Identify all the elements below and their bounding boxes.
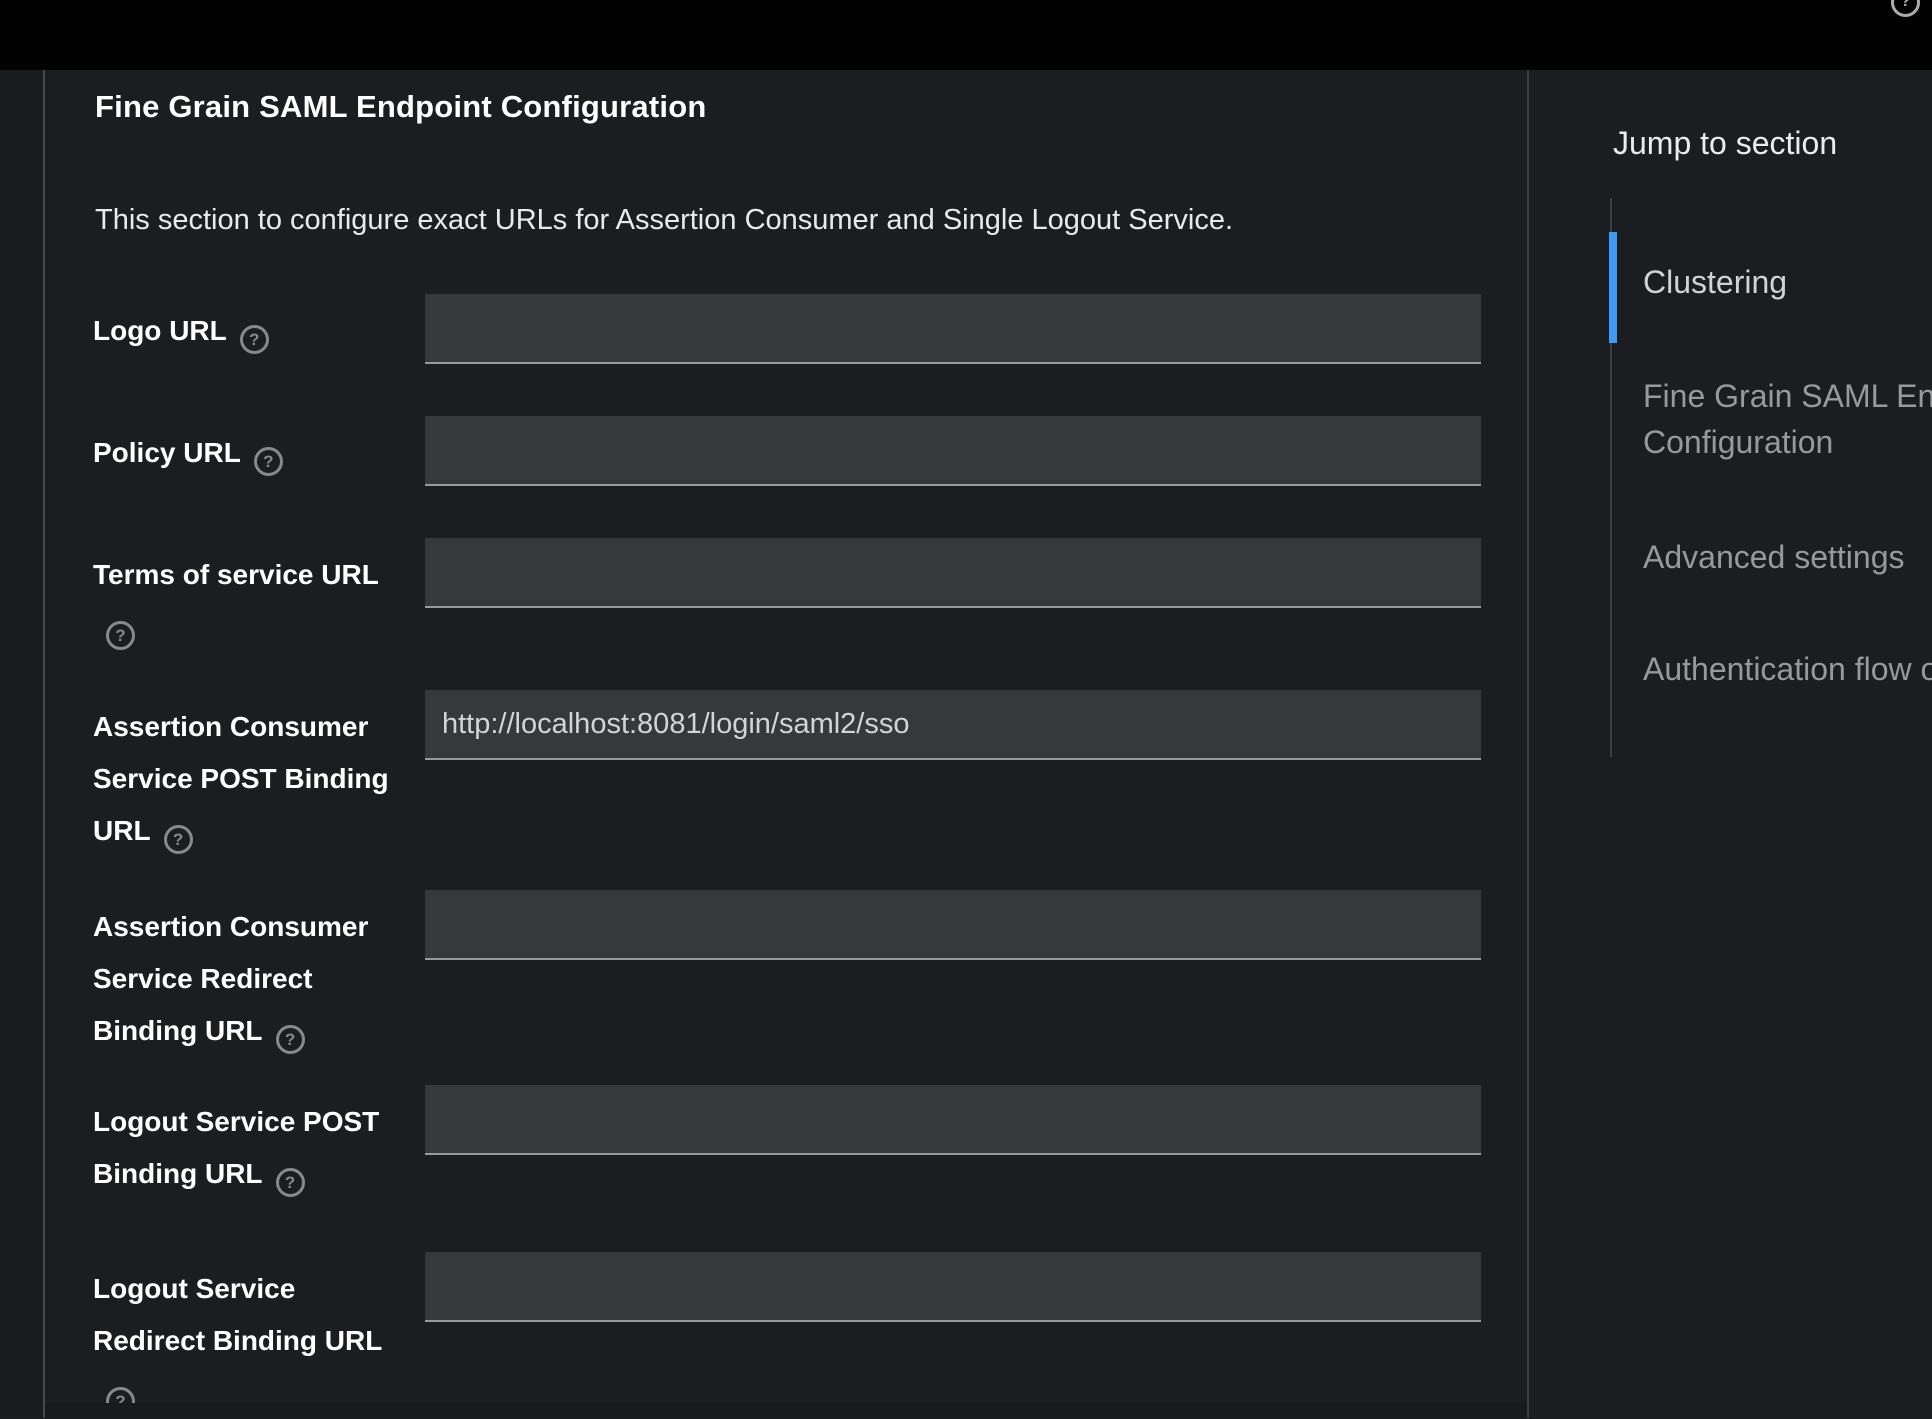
- help-icon[interactable]: [164, 825, 193, 854]
- logout-redirect-binding-url-input[interactable]: [425, 1252, 1481, 1322]
- field-label-text: Logo URL: [93, 315, 227, 346]
- field-label-text: Assertion Consumer Service Redirect Bind…: [93, 911, 368, 1046]
- field-label-text: Assertion Consumer Service POST Binding …: [93, 711, 389, 846]
- policy-url-input[interactable]: [425, 416, 1481, 486]
- field-label-text: Terms of service URL: [93, 559, 379, 590]
- field-label: Logout Service Redirect Binding URL: [93, 1263, 409, 1419]
- logo-url-input[interactable]: [425, 294, 1481, 364]
- field-label: Terms of service URL: [93, 549, 409, 653]
- field-label-text: Logout Service POST Binding URL: [93, 1106, 379, 1189]
- jump-link-advanced-settings[interactable]: Advanced settings: [1643, 534, 1932, 580]
- left-rail: [0, 70, 43, 1418]
- field-label: Logout Service POST Binding URL: [93, 1096, 409, 1200]
- help-icon[interactable]: [240, 325, 269, 354]
- field-label: Policy URL: [93, 427, 409, 479]
- active-item-indicator: [1609, 232, 1617, 343]
- section-bottom-band: [45, 1403, 1527, 1418]
- logout-post-binding-url-input[interactable]: [425, 1085, 1481, 1155]
- app-top-bar: [0, 0, 1932, 70]
- field-label-text: Policy URL: [93, 437, 241, 468]
- jump-to-section-panel: Jump to section Clustering Fine Grain SA…: [1529, 70, 1932, 1418]
- field-label: Assertion Consumer Service Redirect Bind…: [93, 901, 409, 1057]
- acs-redirect-binding-url-input[interactable]: [425, 890, 1481, 960]
- page-description: This section to configure exact URLs for…: [95, 200, 1475, 240]
- jump-to-section-heading: Jump to section: [1613, 121, 1932, 165]
- field-label: Assertion Consumer Service POST Binding …: [93, 701, 409, 857]
- jump-link-fine-grain-saml-endpoint-configuration[interactable]: Fine Grain SAML Endpoint Configuration: [1643, 373, 1932, 465]
- help-icon[interactable]: [276, 1168, 305, 1197]
- help-icon[interactable]: [276, 1025, 305, 1054]
- help-icon[interactable]: [106, 621, 135, 650]
- field-label-text: Logout Service Redirect Binding URL: [93, 1273, 382, 1356]
- jump-link-clustering[interactable]: Clustering: [1643, 259, 1932, 305]
- terms-of-service-url-input[interactable]: [425, 538, 1481, 608]
- page-title: Fine Grain SAML Endpoint Configuration: [95, 85, 1395, 129]
- main-content: Fine Grain SAML Endpoint Configuration T…: [45, 70, 1527, 1418]
- help-question-circle-icon[interactable]: [1891, 0, 1920, 17]
- field-label: Logo URL: [93, 305, 409, 357]
- acs-post-binding-url-input[interactable]: [425, 690, 1481, 760]
- help-icon[interactable]: [254, 447, 283, 476]
- jump-link-authentication-flow-overrides[interactable]: Authentication flow overrides: [1643, 646, 1932, 692]
